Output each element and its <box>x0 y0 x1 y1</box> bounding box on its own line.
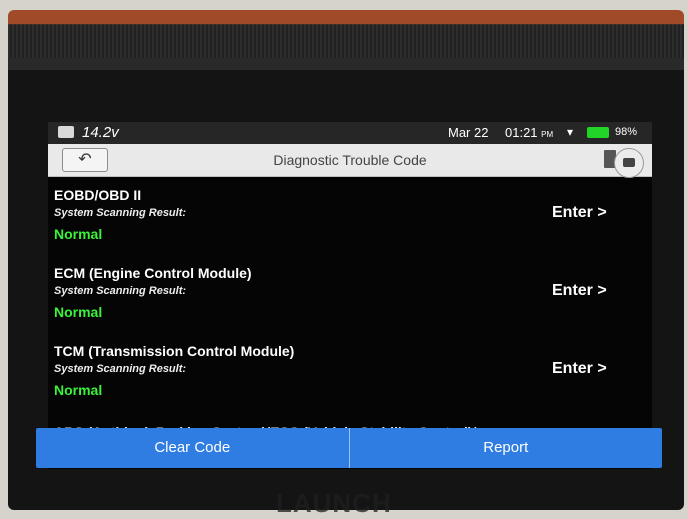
enter-button[interactable]: Enter > <box>552 282 607 300</box>
list-item: TCM (Transmission Control Module) System… <box>48 334 652 412</box>
report-button[interactable]: Report <box>348 428 663 468</box>
status-bar: 14.2v Mar 22 01:21 PM ▾ 98% <box>48 122 652 144</box>
wifi-icon: ▾ <box>567 125 574 139</box>
scan-result-label: System Scanning Result: <box>54 207 187 219</box>
brand-logo: LAUNCH <box>276 488 392 518</box>
system-name: TCM (Transmission Control Module) <box>54 343 295 359</box>
title-bar: ↶ Diagnostic Trouble Code <box>48 144 652 177</box>
page-title: Diagnostic Trouble Code <box>273 152 427 168</box>
enter-button[interactable]: Enter > <box>552 360 607 378</box>
voltage-readout: 14.2v <box>82 124 119 141</box>
status-date: Mar 22 <box>448 125 489 140</box>
bottom-action-bar: Clear Code Report <box>36 428 662 468</box>
system-name: EOBD/OBD II <box>54 187 142 203</box>
system-name: ECM (Engine Control Module) <box>54 265 252 281</box>
scan-result-label: System Scanning Result: <box>54 285 187 297</box>
battery-icon <box>587 127 609 138</box>
status-time: 01:21 PM <box>505 125 554 140</box>
scan-result-label: System Scanning Result: <box>54 363 187 375</box>
scan-result-value: Normal <box>54 382 103 398</box>
system-list: EOBD/OBD II System Scanning Result: Norm… <box>48 178 652 440</box>
clear-code-button[interactable]: Clear Code <box>36 428 349 468</box>
battery-percent: 98% <box>615 126 638 138</box>
list-item: ECM (Engine Control Module) System Scann… <box>48 256 652 334</box>
tablet-screen: 14.2v Mar 22 01:21 PM ▾ 98% ↶ Diagnostic… <box>48 122 652 469</box>
list-item: EOBD/OBD II System Scanning Result: Norm… <box>48 178 652 256</box>
enter-button[interactable]: Enter > <box>552 204 607 222</box>
scan-result-value: Normal <box>54 226 103 242</box>
camera-icon[interactable] <box>614 148 644 178</box>
scan-result-value: Normal <box>54 304 103 320</box>
car-battery-icon <box>58 126 74 138</box>
